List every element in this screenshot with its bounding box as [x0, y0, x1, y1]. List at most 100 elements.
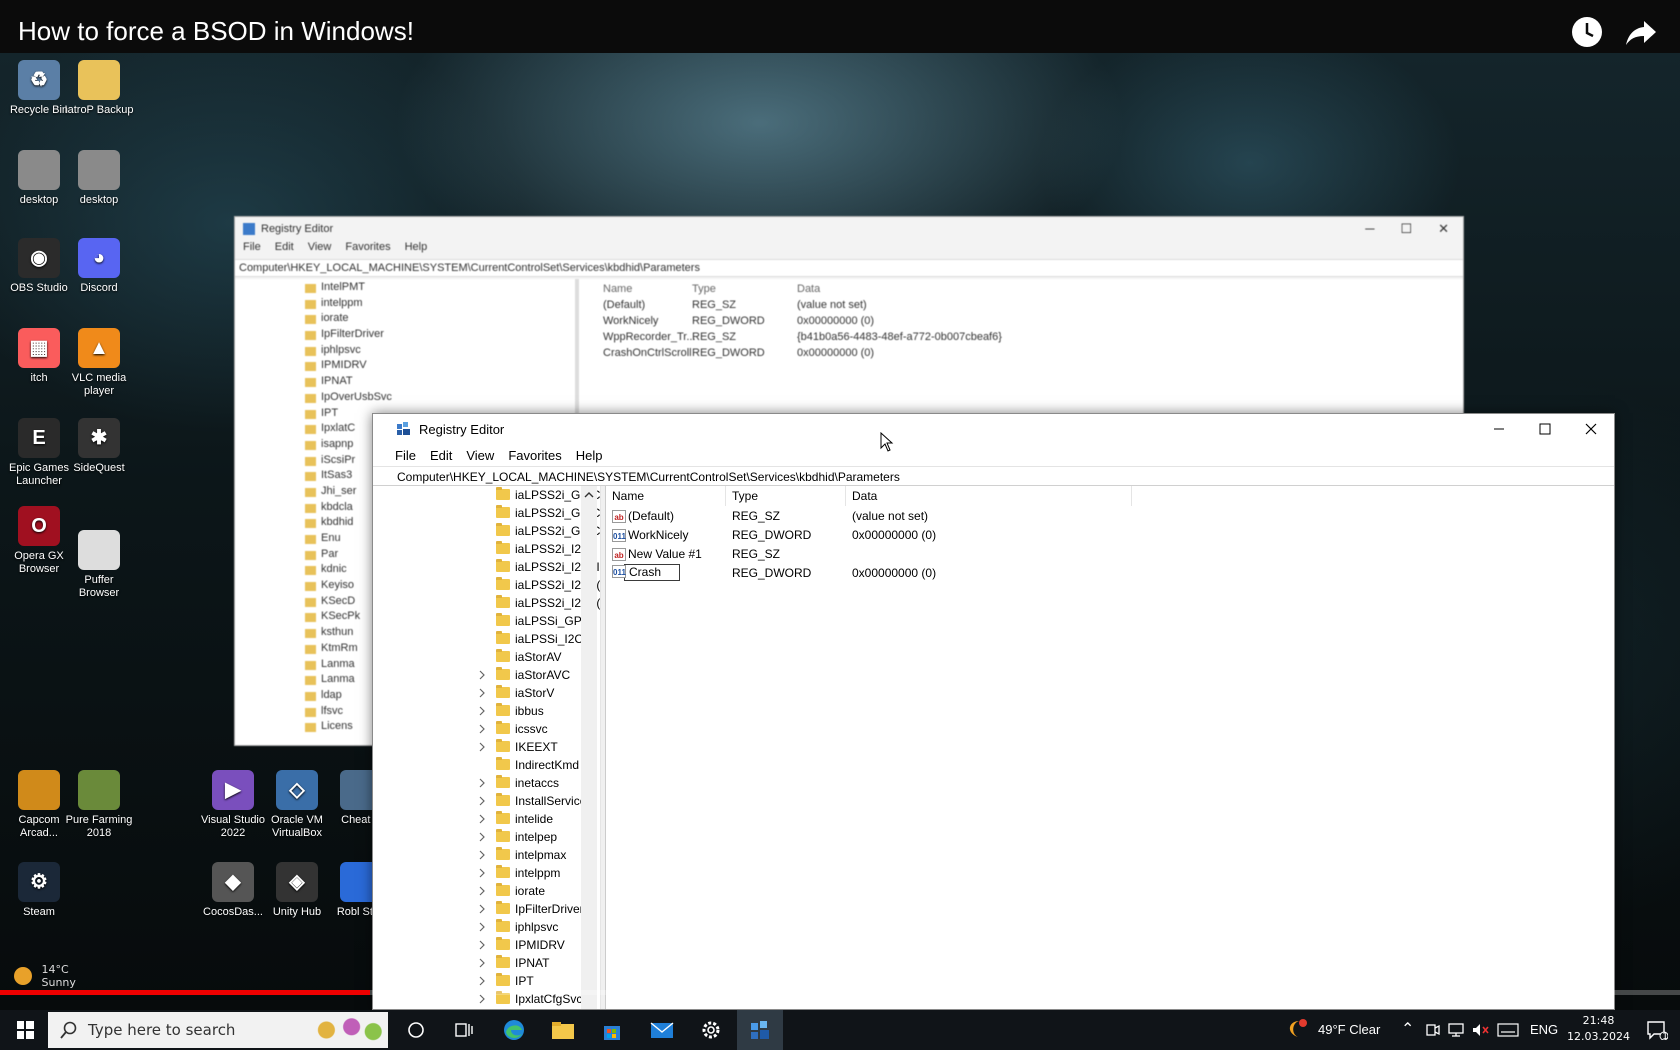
minimize-icon[interactable]: ─: [1365, 221, 1374, 237]
back-menu-item[interactable]: File: [243, 241, 261, 259]
chevron-right-icon[interactable]: [477, 777, 487, 789]
tree-item[interactable]: iaLPSS2i_I2C: [389, 540, 590, 558]
tree-item[interactable]: IPT: [389, 972, 581, 990]
maximize-button[interactable]: [1522, 414, 1568, 444]
windows-start-icon[interactable]: [8, 1018, 42, 1042]
back-value-row[interactable]: WppRecorder_Tr... REG_SZ {b41b0a56-4483-48…: [587, 331, 1463, 347]
back-menu-item[interactable]: Help: [405, 241, 428, 259]
desktop-icon[interactable]: ◆ CocosDas...: [198, 862, 268, 919]
chevron-right-icon[interactable]: [477, 669, 487, 681]
tree-item[interactable]: ibbus: [389, 702, 581, 720]
value-row[interactable]: 011 Crash REG_DWORD 0x00000000 (0): [606, 563, 1614, 582]
tree-item[interactable]: intelppm: [389, 864, 581, 882]
back-column-header[interactable]: Data: [797, 283, 1047, 299]
tree-item[interactable]: intelpep: [389, 828, 581, 846]
chevron-right-icon[interactable]: [477, 939, 487, 951]
menu-item-view[interactable]: View: [466, 448, 494, 463]
scroll-up-arrow-icon[interactable]: [584, 490, 594, 500]
close-button[interactable]: [1568, 414, 1614, 444]
desktop-icon[interactable]: Puffer Browser: [64, 530, 134, 600]
tree-item[interactable]: iaLPSS2i_I2C_(: [389, 594, 600, 612]
menu-item-file[interactable]: File: [395, 448, 416, 463]
tree-item[interactable]: iaLPSS2i_GPIC: [389, 504, 600, 522]
chevron-right-icon[interactable]: [477, 795, 487, 807]
value-name-cell[interactable]: ab New Value #1: [606, 547, 726, 561]
task-view-icon[interactable]: [449, 1016, 479, 1044]
tree-item[interactable]: IKEEXT: [389, 738, 581, 756]
desktop-icon[interactable]: desktop: [64, 150, 134, 207]
desktop-icon[interactable]: ◇ Oracle VM VirtualBox: [262, 770, 332, 840]
value-row[interactable]: 011 WorkNicely REG_DWORD 0x00000000 (0): [606, 525, 1614, 544]
chevron-right-icon[interactable]: [477, 957, 487, 969]
desktop-icon[interactable]: IatroP Backup: [64, 60, 134, 117]
back-tree-item[interactable]: iphlpsvc: [235, 344, 575, 360]
chevron-right-icon[interactable]: [477, 903, 487, 915]
value-row[interactable]: ab New Value #1 REG_SZ: [606, 544, 1614, 563]
value-name-cell[interactable]: 011 Crash: [606, 564, 726, 581]
maximize-icon[interactable]: ☐: [1400, 221, 1412, 237]
tree-item[interactable]: InstallService: [389, 792, 586, 810]
chevron-right-icon[interactable]: [477, 831, 487, 843]
desktop-icon[interactable]: Pure Farming 2018: [64, 770, 134, 840]
tree-item[interactable]: iphlpsvc: [389, 918, 581, 936]
chevron-right-icon[interactable]: [477, 705, 487, 717]
share-arrow-icon[interactable]: [1624, 15, 1658, 49]
tree-item[interactable]: iaLPSS2i_GPIC: [389, 486, 600, 504]
tree-item[interactable]: inetaccs: [389, 774, 581, 792]
registry-editor-taskbar-icon[interactable]: [745, 1016, 775, 1044]
file-explorer-icon[interactable]: [548, 1016, 578, 1044]
microsoft-store-icon[interactable]: [597, 1016, 627, 1044]
tree-item[interactable]: iorate: [389, 882, 581, 900]
tree-item[interactable]: IpFilterDriver: [389, 900, 584, 918]
back-tree-item[interactable]: IntelPMT: [235, 281, 575, 297]
desktop-icon[interactable]: ◕ Discord: [64, 238, 134, 295]
close-icon[interactable]: ✕: [1438, 221, 1449, 237]
language-indicator[interactable]: ENG: [1530, 1022, 1558, 1037]
minimize-button[interactable]: [1476, 414, 1522, 444]
titlebar[interactable]: Registry Editor: [373, 414, 1614, 444]
cortana-circle-icon[interactable]: [401, 1016, 431, 1044]
chevron-right-icon[interactable]: [477, 975, 487, 987]
tree-item[interactable]: iaStorAVC: [389, 666, 581, 684]
meet-now-icon[interactable]: [1425, 1022, 1441, 1038]
weather-moon-icon[interactable]: [1287, 1018, 1307, 1042]
back-menu-item[interactable]: Edit: [275, 241, 294, 259]
registry-editor-window[interactable]: Registry Editor File Edit View Favorites Hel…: [372, 413, 1615, 1010]
back-value-row[interactable]: WorkNicely REG_DWORD 0x00000000 (0): [587, 315, 1463, 331]
taskbar-weather-text[interactable]: 49°F Clear: [1318, 1022, 1380, 1037]
tree-item[interactable]: iaLPSSi_I2C: [389, 630, 583, 648]
value-name-cell[interactable]: ab (Default): [606, 509, 726, 523]
tree-pane[interactable]: iaLPSS2i_GPIC iaLPSS2i_GPIC iaLPSS2i_GPIC i…: [389, 486, 601, 1009]
column-header-type[interactable]: Type: [726, 486, 846, 506]
back-column-header[interactable]: Type: [692, 283, 797, 299]
chevron-right-icon[interactable]: [477, 885, 487, 897]
volume-muted-icon[interactable]: [1472, 1022, 1490, 1038]
desktop-icon[interactable]: ▲ VLC media player: [64, 328, 134, 398]
value-row[interactable]: ab (Default) REG_SZ (value not set): [606, 506, 1614, 525]
back-value-row[interactable]: CrashOnCtrlScroll REG_DWORD 0x00000000 (0): [587, 347, 1463, 363]
mail-icon[interactable]: [647, 1016, 677, 1044]
network-icon[interactable]: [1448, 1022, 1466, 1038]
desktop-icon[interactable]: ⚙ Steam: [4, 862, 74, 919]
chevron-right-icon[interactable]: [477, 741, 487, 753]
back-tree-item[interactable]: intelppm: [235, 297, 575, 313]
back-titlebar[interactable]: Registry Editor ─ ☐ ✕: [235, 217, 1463, 241]
chevron-right-icon[interactable]: [477, 723, 487, 735]
taskbar-search-box[interactable]: Type here to search: [48, 1012, 388, 1048]
back-tree-item[interactable]: IpFilterDriver: [235, 328, 575, 344]
chevron-right-icon[interactable]: [477, 813, 487, 825]
settings-gear-icon[interactable]: [696, 1016, 726, 1044]
values-pane[interactable]: Name Type Data ab (Default) REG_SZ (value not…: [606, 486, 1614, 1009]
tree-item[interactable]: icssvc: [389, 720, 581, 738]
value-name-edit-box[interactable]: Crash: [624, 564, 681, 581]
weather-widget[interactable]: 14°C Sunny: [14, 963, 76, 989]
keyboard-icon[interactable]: [1497, 1023, 1519, 1037]
edge-browser-icon[interactable]: [499, 1016, 529, 1044]
desktop-icon[interactable]: ▶ Visual Studio 2022: [198, 770, 268, 840]
taskbar-clock[interactable]: 21:48 12.03.2024: [1567, 1013, 1630, 1045]
chevron-right-icon[interactable]: [477, 687, 487, 699]
tray-chevron-up-icon[interactable]: ⌃: [1401, 1019, 1414, 1039]
chevron-right-icon[interactable]: [477, 921, 487, 933]
back-menu-item[interactable]: View: [308, 241, 332, 259]
chevron-right-icon[interactable]: [477, 867, 487, 879]
